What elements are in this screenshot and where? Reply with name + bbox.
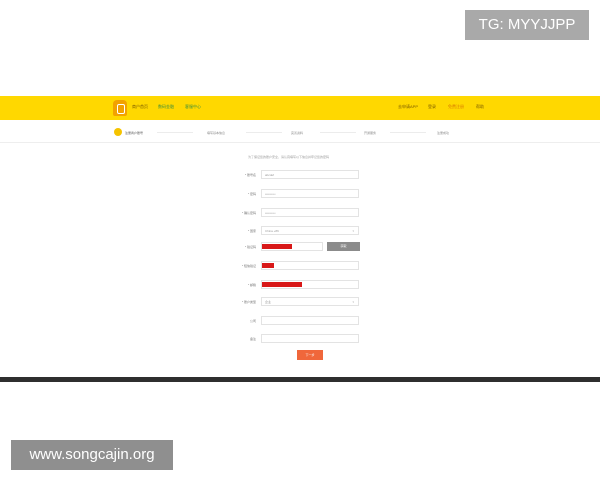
chevron-down-icon: ▾ <box>352 300 354 304</box>
username-input[interactable]: abcdef <box>261 170 359 179</box>
captcha-label: * 验证码 <box>244 245 256 249</box>
browser-screenshot: 商户首页 数码金融 客服中心 去申请APP 登录 免费注册 帮助 注册商户账号 … <box>0 96 600 382</box>
email-label: * 邮箱 <box>247 283 256 287</box>
redaction-mark <box>262 263 274 268</box>
logo-icon <box>113 100 127 116</box>
redaction-mark <box>262 244 292 249</box>
company-input[interactable] <box>261 316 359 325</box>
step-4: 开通服务 <box>364 131 377 135</box>
region-value: China +86 <box>265 229 279 233</box>
nav-help[interactable]: 帮助 <box>476 104 484 110</box>
account-type-select[interactable]: 企业 ▾ <box>261 297 359 306</box>
confirm-password-label: * 确认密码 <box>241 211 256 215</box>
redaction-mark <box>262 282 302 287</box>
account-type-value: 企业 <box>265 300 272 304</box>
nav-app[interactable]: 去申请APP <box>398 104 418 110</box>
footer-bar <box>0 377 600 382</box>
password-value: •••••••••• <box>265 192 276 196</box>
step-5: 注册成功 <box>437 131 450 135</box>
password-label: * 密码 <box>247 192 256 196</box>
step-divider <box>246 132 282 133</box>
registration-steps: 注册商户账号 填写基本信息 完善资料 开通服务 注册成功 <box>0 120 600 143</box>
company-label: 公司 <box>249 319 256 323</box>
region-select[interactable]: China +86 ▾ <box>261 226 359 235</box>
top-navigation-bar: 商户首页 数码金融 客服中心 去申请APP 登录 免费注册 帮助 <box>0 96 600 120</box>
watermark-bottom: www.songcajin.org <box>11 440 173 470</box>
chevron-down-icon: ▾ <box>352 229 354 233</box>
account-type-label: * 账户类型 <box>241 300 256 304</box>
confirm-password-value: •••••••••• <box>265 211 276 215</box>
watermark-top: TG: MYYJJPP <box>465 10 589 40</box>
captcha-input[interactable] <box>261 242 323 251</box>
username-value: abcdef <box>265 173 275 177</box>
email-input[interactable] <box>261 280 359 289</box>
sms-label: * 短信验证 <box>241 264 256 268</box>
nav-finance[interactable]: 数码金融 <box>158 104 174 110</box>
step-divider <box>157 132 193 133</box>
remark-label: 备注 <box>249 337 256 341</box>
form-notice: 为了保证您的账户安全，请认真填写以下信息并牢记您的密码 <box>248 155 330 159</box>
step-3: 完善资料 <box>291 131 304 135</box>
next-button[interactable]: 下一步 <box>297 350 323 360</box>
sms-input[interactable] <box>261 261 359 270</box>
step-divider <box>390 132 426 133</box>
nav-register[interactable]: 免费注册 <box>448 104 464 110</box>
nav-login[interactable]: 登录 <box>428 104 436 110</box>
get-code-button[interactable]: 获取 <box>327 242 360 251</box>
confirm-password-input[interactable]: •••••••••• <box>261 208 359 217</box>
region-label: * 国家 <box>247 229 256 233</box>
step-1: 注册商户账号 <box>125 131 144 135</box>
password-input[interactable]: •••••••••• <box>261 189 359 198</box>
step-2: 填写基本信息 <box>207 131 226 135</box>
remark-input[interactable] <box>261 334 359 343</box>
nav-support[interactable]: 客服中心 <box>185 104 201 110</box>
step-divider <box>320 132 356 133</box>
step-indicator-icon <box>114 128 122 136</box>
nav-home[interactable]: 商户首页 <box>132 104 148 110</box>
username-label: * 账号名 <box>244 173 256 177</box>
